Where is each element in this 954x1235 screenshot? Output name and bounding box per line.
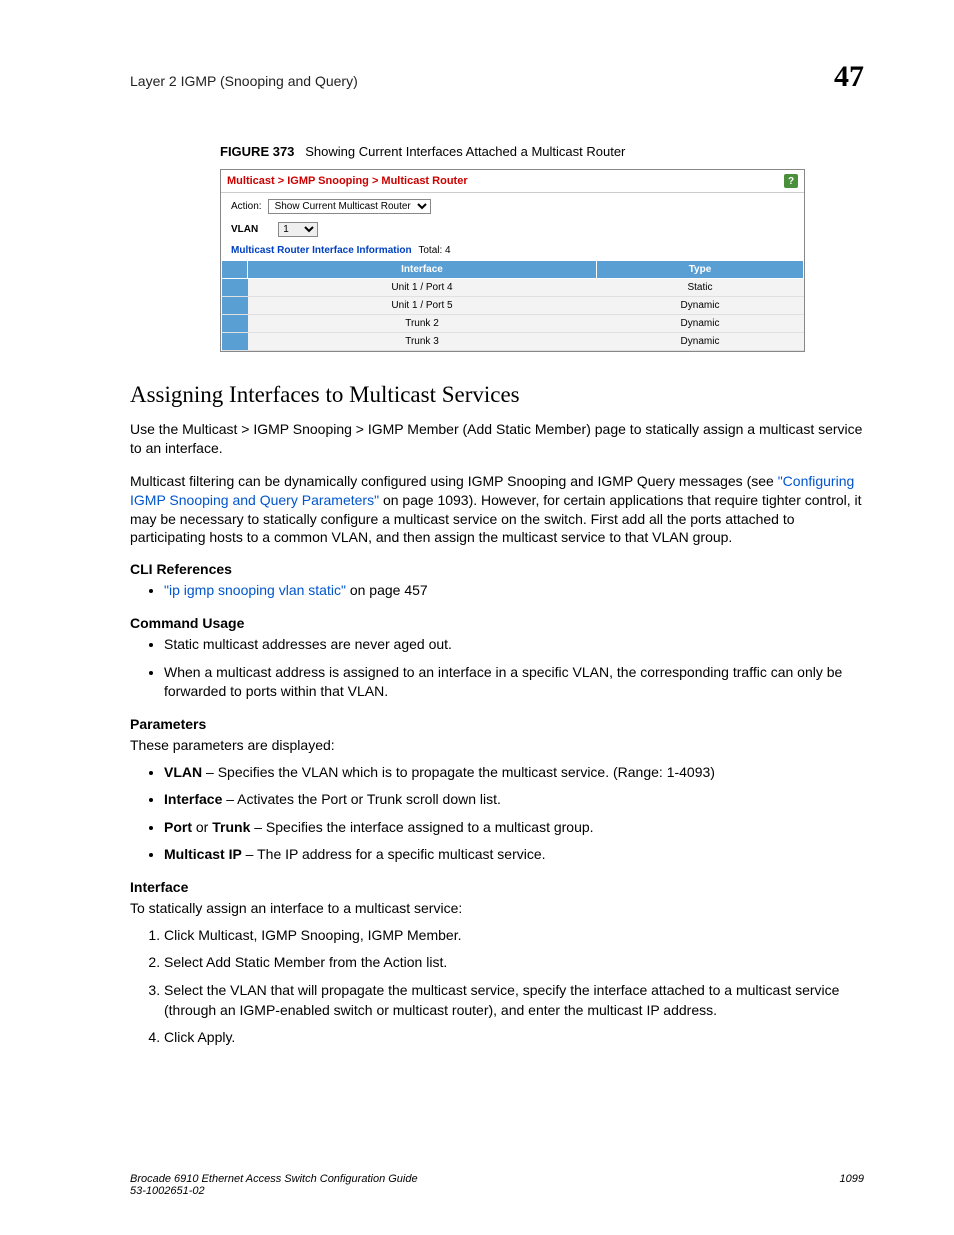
info-title: Multicast Router Interface Information T… [221,243,804,260]
router-interface-table: Interface Type Unit 1 / Port 4Static Uni… [221,260,804,351]
chapter-number: 47 [834,60,864,94]
figure-label: FIGURE 373 [220,144,294,159]
footer-docnum: 53-1002651-02 [130,1185,418,1197]
breadcrumb-bar: Multicast > IGMP Snooping > Multicast Ro… [221,170,804,193]
running-header-left: Layer 2 IGMP (Snooping and Query) [130,73,358,89]
action-label: Action: [231,201,262,212]
page-number: 1099 [840,1173,864,1197]
col-interface: Interface [248,261,597,279]
list-item: Interface – Activates the Port or Trunk … [164,790,864,810]
step-item: Select Add Static Member from the Action… [164,953,864,973]
footer-title: Brocade 6910 Ethernet Access Switch Conf… [130,1173,418,1185]
list-item: "ip igmp snooping vlan static" on page 4… [164,581,864,601]
page-header: Layer 2 IGMP (Snooping and Query) 47 [130,60,864,94]
breadcrumb: Multicast > IGMP Snooping > Multicast Ro… [227,175,468,187]
parameters-intro: These parameters are displayed: [130,736,864,755]
step-item: Click Apply. [164,1028,864,1048]
intro-paragraph-2: Multicast filtering can be dynamically c… [130,472,864,548]
col-type: Type [597,261,804,279]
interface-heading: Interface [130,879,864,895]
intro-paragraph-1: Use the Multicast > IGMP Snooping > IGMP… [130,420,864,458]
table-row: Unit 1 / Port 4Static [222,279,804,297]
action-select[interactable]: Show Current Multicast Router [268,199,431,214]
figure-caption: FIGURE 373 Showing Current Interfaces At… [220,144,864,159]
embedded-screenshot: Multicast > IGMP Snooping > Multicast Ro… [220,169,805,352]
vlan-select[interactable]: 1 [278,222,318,237]
interface-intro: To statically assign an interface to a m… [130,899,864,918]
list-item: Static multicast addresses are never age… [164,635,864,655]
parameters-heading: Parameters [130,716,864,732]
help-icon[interactable]: ? [784,174,798,188]
cli-references-heading: CLI References [130,561,864,577]
step-item: Click Multicast, IGMP Snooping, IGMP Mem… [164,926,864,946]
page-footer: Brocade 6910 Ethernet Access Switch Conf… [130,1173,864,1197]
list-item: When a multicast address is assigned to … [164,663,864,702]
vlan-label: VLAN [231,224,258,235]
command-usage-heading: Command Usage [130,615,864,631]
figure-caption-text: Showing Current Interfaces Attached a Mu… [305,144,625,159]
section-title: Assigning Interfaces to Multicast Servic… [130,382,864,408]
table-row: Trunk 2Dynamic [222,315,804,333]
xref-link[interactable]: "ip igmp snooping vlan static" [164,582,346,598]
list-item: VLAN – Specifies the VLAN which is to pr… [164,763,864,783]
list-item: Multicast IP – The IP address for a spec… [164,845,864,865]
list-item: Port or Trunk – Specifies the interface … [164,818,864,838]
step-item: Select the VLAN that will propagate the … [164,981,864,1020]
table-row: Unit 1 / Port 5Dynamic [222,297,804,315]
table-row: Trunk 3Dynamic [222,333,804,351]
